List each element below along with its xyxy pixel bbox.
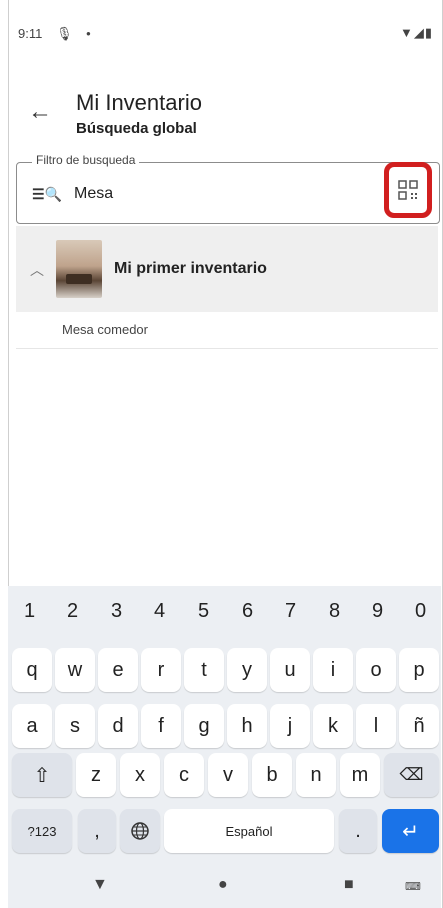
key-letter[interactable]: c <box>164 753 204 797</box>
key-letter[interactable]: f <box>141 704 181 748</box>
symbols-key[interactable]: ?123 <box>12 809 72 853</box>
key-letter[interactable]: g <box>184 704 224 748</box>
nav-recents-icon[interactable]: ■ <box>344 876 354 894</box>
key-letter[interactable]: ñ <box>399 704 439 748</box>
key-letter[interactable]: y <box>227 648 267 692</box>
qr-code-icon <box>398 180 418 200</box>
key-letter[interactable]: n <box>296 753 336 797</box>
inventory-group-title: Mi primer inventario <box>114 260 267 277</box>
key-letter[interactable]: v <box>208 753 248 797</box>
mic-icon: 🎙 <box>55 26 73 41</box>
nav-back-icon[interactable]: ▼ <box>92 876 108 894</box>
nav-home-icon[interactable]: ● <box>218 876 228 894</box>
signal-icon: ◢ <box>413 25 425 40</box>
key-letter[interactable]: k <box>313 704 353 748</box>
qr-scan-button[interactable] <box>384 162 432 218</box>
key-letter[interactable]: l <box>356 704 396 748</box>
key-number[interactable]: 6 <box>242 600 253 623</box>
page-subtitle: Búsqueda global <box>76 120 197 137</box>
key-number[interactable]: 3 <box>111 600 122 623</box>
enter-key[interactable]: ↵ <box>382 809 439 853</box>
key-letter[interactable]: d <box>98 704 138 748</box>
filter-search-icon: ☰🔍 <box>32 186 62 202</box>
wifi-icon: ▼ <box>399 25 414 40</box>
key-letter[interactable]: o <box>356 648 396 692</box>
status-time: 9:11 <box>18 26 43 41</box>
status-icons: ▼◢▮ <box>400 25 433 41</box>
key-letter[interactable]: m <box>340 753 380 797</box>
key-letter[interactable]: b <box>252 753 292 797</box>
list-item-label: Mesa comedor <box>62 322 148 337</box>
comma-key[interactable]: , <box>78 809 116 853</box>
key-number[interactable]: 1 <box>24 600 35 623</box>
key-number[interactable]: 4 <box>154 600 165 623</box>
key-letter[interactable]: i <box>313 648 353 692</box>
key-number[interactable]: 0 <box>415 600 426 623</box>
globe-icon <box>131 822 149 840</box>
chevron-up-icon[interactable]: ︿ <box>30 260 44 280</box>
backspace-key[interactable]: ⌫ <box>384 753 439 797</box>
status-bar: 9:11 🎙 • <box>18 26 91 42</box>
key-number[interactable]: 9 <box>372 600 383 623</box>
search-input[interactable] <box>74 180 354 208</box>
space-key[interactable]: Español <box>164 809 334 853</box>
key-number[interactable]: 2 <box>67 600 78 623</box>
battery-icon: ▮ <box>424 25 433 40</box>
key-letter[interactable]: z <box>76 753 116 797</box>
inventory-thumbnail <box>56 240 102 298</box>
key-letter[interactable]: s <box>55 704 95 748</box>
back-arrow-icon[interactable]: ← <box>28 98 52 126</box>
key-letter[interactable]: e <box>98 648 138 692</box>
key-letter[interactable]: j <box>270 704 310 748</box>
key-number[interactable]: 5 <box>198 600 209 623</box>
key-number[interactable]: 8 <box>329 600 340 623</box>
key-letter[interactable]: u <box>270 648 310 692</box>
key-letter[interactable]: x <box>120 753 160 797</box>
key-letter[interactable]: a <box>12 704 52 748</box>
globe-key[interactable] <box>120 809 160 853</box>
shift-key[interactable]: ⇧ <box>12 753 72 797</box>
key-number[interactable]: 7 <box>285 600 296 623</box>
search-field-label: Filtro de busqueda <box>32 153 140 167</box>
key-letter[interactable]: h <box>227 704 267 748</box>
page-title: Mi Inventario <box>76 90 202 115</box>
key-letter[interactable]: q <box>12 648 52 692</box>
key-letter[interactable]: w <box>55 648 95 692</box>
key-letter[interactable]: t <box>184 648 224 692</box>
key-letter[interactable]: r <box>141 648 181 692</box>
period-key[interactable]: . <box>339 809 377 853</box>
dot-icon: • <box>86 26 91 41</box>
key-letter[interactable]: p <box>399 648 439 692</box>
keyboard-switch-icon[interactable]: ⌨ <box>405 880 421 893</box>
